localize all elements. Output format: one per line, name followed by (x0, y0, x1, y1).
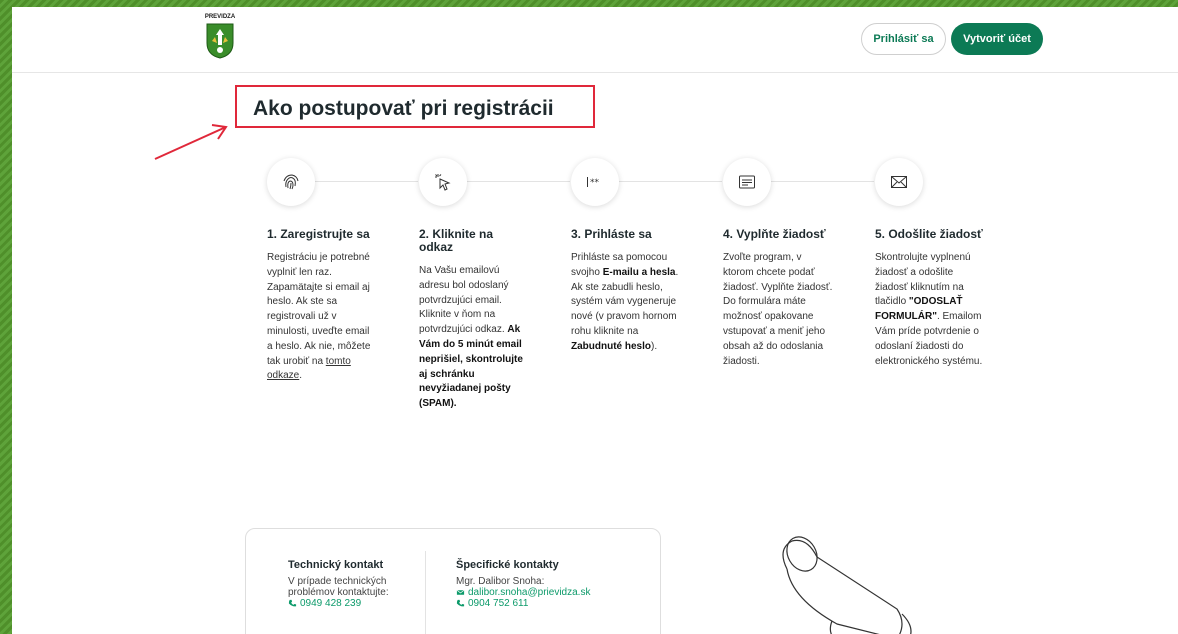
specific-contact-name: Mgr. Dalibor Snoha: (456, 576, 545, 587)
step-connector (315, 181, 418, 182)
tech-phone-number: 0949 428 239 (300, 598, 362, 609)
step-1-end: . (299, 370, 303, 382)
contact-divider (425, 551, 426, 634)
step-1-title: 1. Zaregistrujte sa (267, 227, 370, 241)
step-1: 1. Zaregistrujte sa Registráciu je potre… (267, 228, 377, 384)
step-4: 4. Vyplňte žiadosť Zvoľte program, v kto… (723, 228, 833, 369)
step-2-title: 2. Kliknite na odkaz (419, 227, 494, 254)
mail-icon (456, 589, 465, 595)
step-2-spam-note: Ak Vám do 5 minút email neprišiel, skont… (419, 324, 523, 410)
step-5-icon-circle (875, 158, 923, 206)
tech-phone[interactable]: 0949 428 239 (288, 598, 408, 609)
contact-card: Technický kontakt V prípade technických … (245, 528, 661, 634)
step-4-title: 4. Vyplňte žiadosť (723, 227, 826, 241)
header: PREVIDZA Prihlásiť sa Vytvoriť účet (12, 7, 1178, 73)
step-3-body-c: ). (651, 340, 658, 352)
step-5-text: Skontrolujte vyplnenú žiadosť a odošlite… (875, 251, 985, 369)
logo-text: PREVIDZA (204, 14, 236, 20)
step-1-icon-circle (267, 158, 315, 206)
password-icon: ** (587, 177, 600, 188)
step-5: 5. Odošlite žiadosť Skontrolujte vyplnen… (875, 228, 985, 369)
phone-icon (456, 599, 465, 607)
coat-of-arms-icon (206, 23, 234, 59)
page: PREVIDZA Prihlásiť sa Vytvoriť účet Ako … (12, 7, 1178, 634)
specific-email-address: dalibor.snoha@prievidza.sk (468, 587, 591, 598)
svg-text:**: ** (590, 178, 600, 188)
step-3-bold-forgot: Zabudnuté heslo (571, 340, 651, 352)
step-4-icon-circle (723, 158, 771, 206)
create-account-button[interactable]: Vytvoriť účet (951, 23, 1043, 55)
step-1-body: Registráciu je potrebné vyplniť len raz.… (267, 252, 371, 367)
megaphone-illustration (782, 536, 912, 634)
step-connector (619, 181, 722, 182)
envelope-icon (891, 176, 907, 188)
tech-contact: Technický kontakt V prípade technických … (288, 559, 408, 609)
step-2: 2. Kliknite na odkaz Na Vašu emailovú ad… (419, 228, 529, 412)
step-connector (771, 181, 874, 182)
step-3-text: Prihláste sa pomocou svojho E-mailu a he… (571, 251, 681, 355)
login-button[interactable]: Prihlásiť sa (861, 23, 946, 55)
form-icon (739, 175, 755, 189)
specific-contacts-title: Špecifické kontakty (456, 559, 559, 571)
red-arrow-annotation (154, 124, 228, 160)
specific-phone[interactable]: 0904 752 611 (456, 598, 656, 609)
specific-email[interactable]: dalibor.snoha@prievidza.sk (456, 587, 656, 598)
step-connector (467, 181, 570, 182)
step-2-icon-circle (419, 158, 467, 206)
step-2-text: Na Vašu emailovú adresu bol odoslaný pot… (419, 264, 529, 412)
page-title: Ako postupovať pri registrácii (253, 97, 554, 120)
tech-contact-title: Technický kontakt (288, 559, 384, 571)
phone-icon (288, 599, 297, 607)
step-2-body: Na Vašu emailovú adresu bol odoslaný pot… (419, 265, 509, 336)
step-3: 3. Prihláste sa Prihláste sa pomocou svo… (571, 228, 681, 355)
step-5-title: 5. Odošlite žiadosť (875, 227, 983, 241)
step-3-bold-email: E-mailu a hesla (602, 266, 676, 278)
fingerprint-icon (283, 174, 299, 190)
specific-phone-number: 0904 752 611 (468, 598, 529, 609)
cursor-click-icon (435, 174, 451, 191)
step-4-text: Zvoľte program, v ktorom chcete podať ži… (723, 252, 833, 367)
step-1-text: Registráciu je potrebné vyplniť len raz.… (267, 251, 377, 384)
specific-contacts: Špecifické kontakty Mgr. Dalibor Snoha: … (456, 559, 656, 609)
tech-contact-text: V prípade technických problémov kontaktu… (288, 576, 389, 598)
step-3-title: 3. Prihláste sa (571, 227, 652, 241)
step-3-icon-circle: ** (571, 158, 619, 206)
city-logo[interactable]: PREVIDZA (200, 14, 240, 62)
